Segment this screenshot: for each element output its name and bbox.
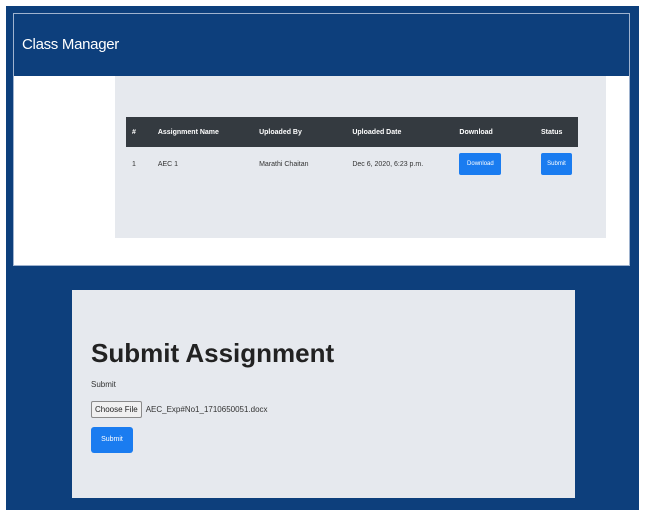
- column-header-status: Status: [541, 128, 563, 136]
- column-header-uploaded-date: Uploaded Date: [352, 128, 402, 136]
- choose-file-button[interactable]: Choose File: [91, 401, 142, 418]
- navbar: Class Manager: [14, 14, 629, 76]
- status-submit-button[interactable]: Submit: [541, 153, 572, 175]
- column-header-index: #: [132, 128, 136, 136]
- table-header-row: # Assignment Name Uploaded By Uploaded D…: [126, 117, 578, 147]
- submit-assignment-card: Submit Assignment Submit Choose File AEC…: [72, 290, 575, 498]
- page-title: Submit Assignment: [91, 338, 335, 368]
- column-header-download: Download: [459, 128, 493, 136]
- row-uploaded-by: Marathi Chaitan: [259, 160, 309, 168]
- assignments-card: # Assignment Name Uploaded By Uploaded D…: [115, 76, 606, 238]
- row-assignment-name: AEC 1: [157, 160, 179, 168]
- row-uploaded-date: Dec 6, 2020, 6:23 p.m.: [352, 160, 424, 168]
- table-row: 1 AEC 1 Marathi Chaitan Dec 6, 2020, 6:2…: [126, 147, 578, 181]
- row-download-cell: Download: [453, 147, 535, 181]
- submit-button[interactable]: Submit: [91, 427, 133, 453]
- row-status-cell: Submit: [535, 147, 578, 181]
- app-brand[interactable]: Class Manager: [22, 36, 119, 53]
- selected-file-name: AEC_Exp#No1_1710650051.docx: [145, 405, 268, 414]
- file-input[interactable]: Choose File AEC_Exp#No1_1710650051.docx: [91, 401, 268, 418]
- column-header-assignment-name: Assignment Name: [157, 128, 219, 136]
- assignments-table: # Assignment Name Uploaded By Uploaded D…: [126, 117, 578, 181]
- column-header-uploaded-by: Uploaded By: [259, 128, 302, 136]
- row-index: 1: [132, 160, 136, 168]
- class-manager-panel: Class Manager # Assignment Name Uploaded…: [13, 13, 630, 266]
- download-button[interactable]: Download: [459, 153, 502, 175]
- file-field-label: Submit: [91, 380, 116, 389]
